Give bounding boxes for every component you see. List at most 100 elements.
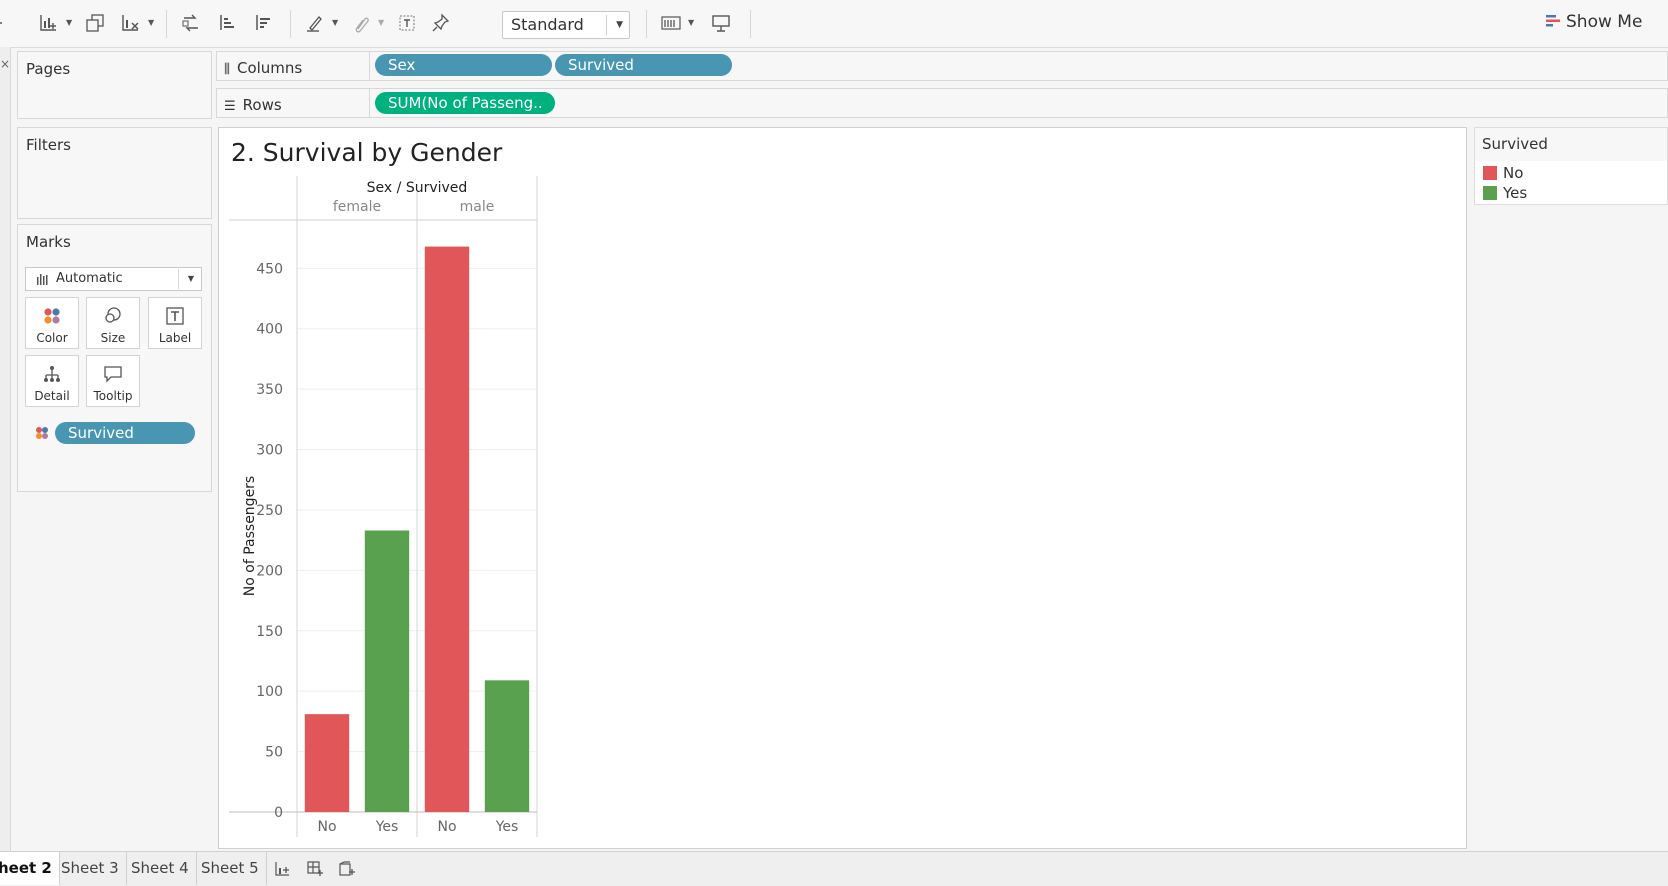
swap-rows-columns-icon[interactable] xyxy=(180,12,202,34)
toolbar-separator xyxy=(646,10,647,38)
bar-chart[interactable]: Sex / Survived female male 0 50 100 150 200 250 3… xyxy=(219,128,1466,848)
legend-swatch-no xyxy=(1483,166,1497,180)
group-members-icon[interactable] xyxy=(350,12,372,34)
group-members-dropdown-icon[interactable]: ▼ xyxy=(378,12,386,34)
x-tick-label: No xyxy=(437,819,456,835)
x-tick-label: Yes xyxy=(495,819,519,835)
shelf-divider xyxy=(369,52,370,80)
label-button[interactable]: Label xyxy=(148,297,202,349)
detail-hierarchy-icon xyxy=(44,366,60,382)
chevron-down-icon: ▼ xyxy=(616,20,623,30)
sex-column-pill[interactable]: Sex xyxy=(375,54,552,76)
sort-ascending-icon[interactable] xyxy=(216,12,238,34)
rows-shelf-label: ☰ Rows xyxy=(224,96,282,114)
chevron-down-icon: ▼ xyxy=(187,274,194,283)
pages-card[interactable]: Pages xyxy=(17,51,212,119)
worksheet-view[interactable]: 2. Survival by Gender Sex / Survived fema… xyxy=(218,127,1467,849)
toolbar-separator xyxy=(750,10,751,38)
y-tick-label: 450 xyxy=(256,261,283,277)
color-button-label: Color xyxy=(36,331,68,345)
clear-sheet-dropdown-icon[interactable]: ▼ xyxy=(148,12,156,34)
fit-select-value: Standard xyxy=(511,15,584,34)
legend-swatch-yes xyxy=(1483,186,1497,200)
columns-shelf-text: Columns xyxy=(236,59,303,77)
bar-male-yes xyxy=(484,680,530,812)
presentation-mode-icon[interactable] xyxy=(710,12,732,34)
tab-sheet-5[interactable]: Sheet 5 xyxy=(194,852,267,885)
new-worksheet-icon[interactable] xyxy=(38,12,60,34)
detail-button[interactable]: Detail xyxy=(25,355,79,407)
show-me-label: Show Me xyxy=(1566,12,1643,32)
x-tick-label: Yes xyxy=(375,819,399,835)
color-dots-icon xyxy=(44,308,60,324)
column-header-title: Sex / Survived xyxy=(367,180,468,196)
y-tick-label: 400 xyxy=(256,322,283,338)
color-button[interactable]: Color xyxy=(25,297,79,349)
marks-card-title: Marks xyxy=(26,233,71,251)
show-me-button[interactable]: Show Me xyxy=(1546,12,1642,36)
size-button-label: Size xyxy=(100,331,126,345)
fit-select-divider xyxy=(606,15,607,35)
size-button[interactable]: Size xyxy=(86,297,140,349)
fix-axes-pin-icon[interactable] xyxy=(430,12,452,34)
show-cards-icon[interactable] xyxy=(660,12,682,34)
columns-icon: ⫼ xyxy=(224,62,230,77)
y-tick-label: 350 xyxy=(256,382,283,398)
tab-sheet-3[interactable]: Sheet 3 xyxy=(54,852,127,885)
data-pane-collapsed-strip[interactable]: × xyxy=(0,47,11,851)
bar-chart-icon xyxy=(37,274,48,285)
tab-sheet-2[interactable]: heet 2 xyxy=(0,852,60,885)
highlight-icon[interactable] xyxy=(304,12,326,34)
show-cards-dropdown-icon[interactable]: ▼ xyxy=(688,12,696,34)
filters-card[interactable]: Filters xyxy=(17,127,212,219)
label-button-label: Label xyxy=(158,331,192,345)
group-header-label: female xyxy=(333,199,381,215)
clear-sheet-icon[interactable] xyxy=(120,12,142,34)
rows-shelf-text: Rows xyxy=(242,96,282,114)
text-label-icon xyxy=(166,307,184,325)
y-tick-label: 100 xyxy=(256,684,283,700)
legend-label-yes: Yes xyxy=(1503,184,1528,202)
legend-item-no[interactable]: No xyxy=(1483,164,1523,182)
add-data-source-icon[interactable] xyxy=(0,12,16,34)
new-story-tab-icon[interactable] xyxy=(338,860,356,878)
toolbar-separator xyxy=(290,10,291,38)
tooltip-speech-icon xyxy=(104,366,122,383)
sort-descending-icon[interactable] xyxy=(252,12,274,34)
new-worksheet-dropdown-icon[interactable]: ▼ xyxy=(66,12,74,34)
y-tick-label: 50 xyxy=(265,745,283,761)
y-tick-label: 150 xyxy=(256,624,283,640)
duplicate-sheet-icon[interactable] xyxy=(84,12,106,34)
size-circles-icon xyxy=(105,307,121,323)
tooltip-button[interactable]: Tooltip xyxy=(86,355,140,407)
legend-item-yes[interactable]: Yes xyxy=(1483,184,1527,202)
highlight-dropdown-icon[interactable]: ▼ xyxy=(332,12,340,34)
legend-label-no: No xyxy=(1503,164,1524,182)
mark-type-divider xyxy=(178,269,179,289)
survived-color-pill[interactable]: Survived xyxy=(55,422,195,444)
bar-male-no xyxy=(424,246,470,812)
legend-title: Survived xyxy=(1475,128,1667,161)
shelf-divider xyxy=(369,89,370,117)
mark-type-select[interactable]: Automatic ▼ xyxy=(25,267,202,291)
y-tick-label: 300 xyxy=(256,443,283,459)
toolbar-separator xyxy=(166,10,167,38)
sum-passengers-row-pill[interactable]: SUM(No of Passeng.. xyxy=(375,92,555,114)
rows-icon: ☰ xyxy=(224,99,236,114)
show-mark-labels-icon[interactable] xyxy=(396,12,418,34)
tab-sheet-4[interactable]: Sheet 4 xyxy=(124,852,197,885)
survived-column-pill[interactable]: Survived xyxy=(555,54,732,76)
color-legend[interactable]: Survived No Yes xyxy=(1474,127,1668,205)
toolbar: ▼ ▼ ▼ ▼ Standard ▼ ▼ Show Me xyxy=(0,0,1668,48)
filters-card-title: Filters xyxy=(26,136,71,154)
tooltip-button-label: Tooltip xyxy=(93,389,133,403)
y-tick-label: 250 xyxy=(256,503,283,519)
sheet-tab-bar: heet 2 Sheet 3 Sheet 4 Sheet 5 xyxy=(0,851,1668,886)
new-worksheet-tab-icon[interactable] xyxy=(274,860,292,878)
y-axis-title: No of Passengers xyxy=(242,476,258,596)
detail-button-label: Detail xyxy=(34,389,70,403)
new-dashboard-tab-icon[interactable] xyxy=(306,860,324,878)
fit-select[interactable]: Standard ▼ xyxy=(502,11,630,39)
x-tick-label: No xyxy=(317,819,336,835)
collapse-icon[interactable]: × xyxy=(0,57,10,71)
